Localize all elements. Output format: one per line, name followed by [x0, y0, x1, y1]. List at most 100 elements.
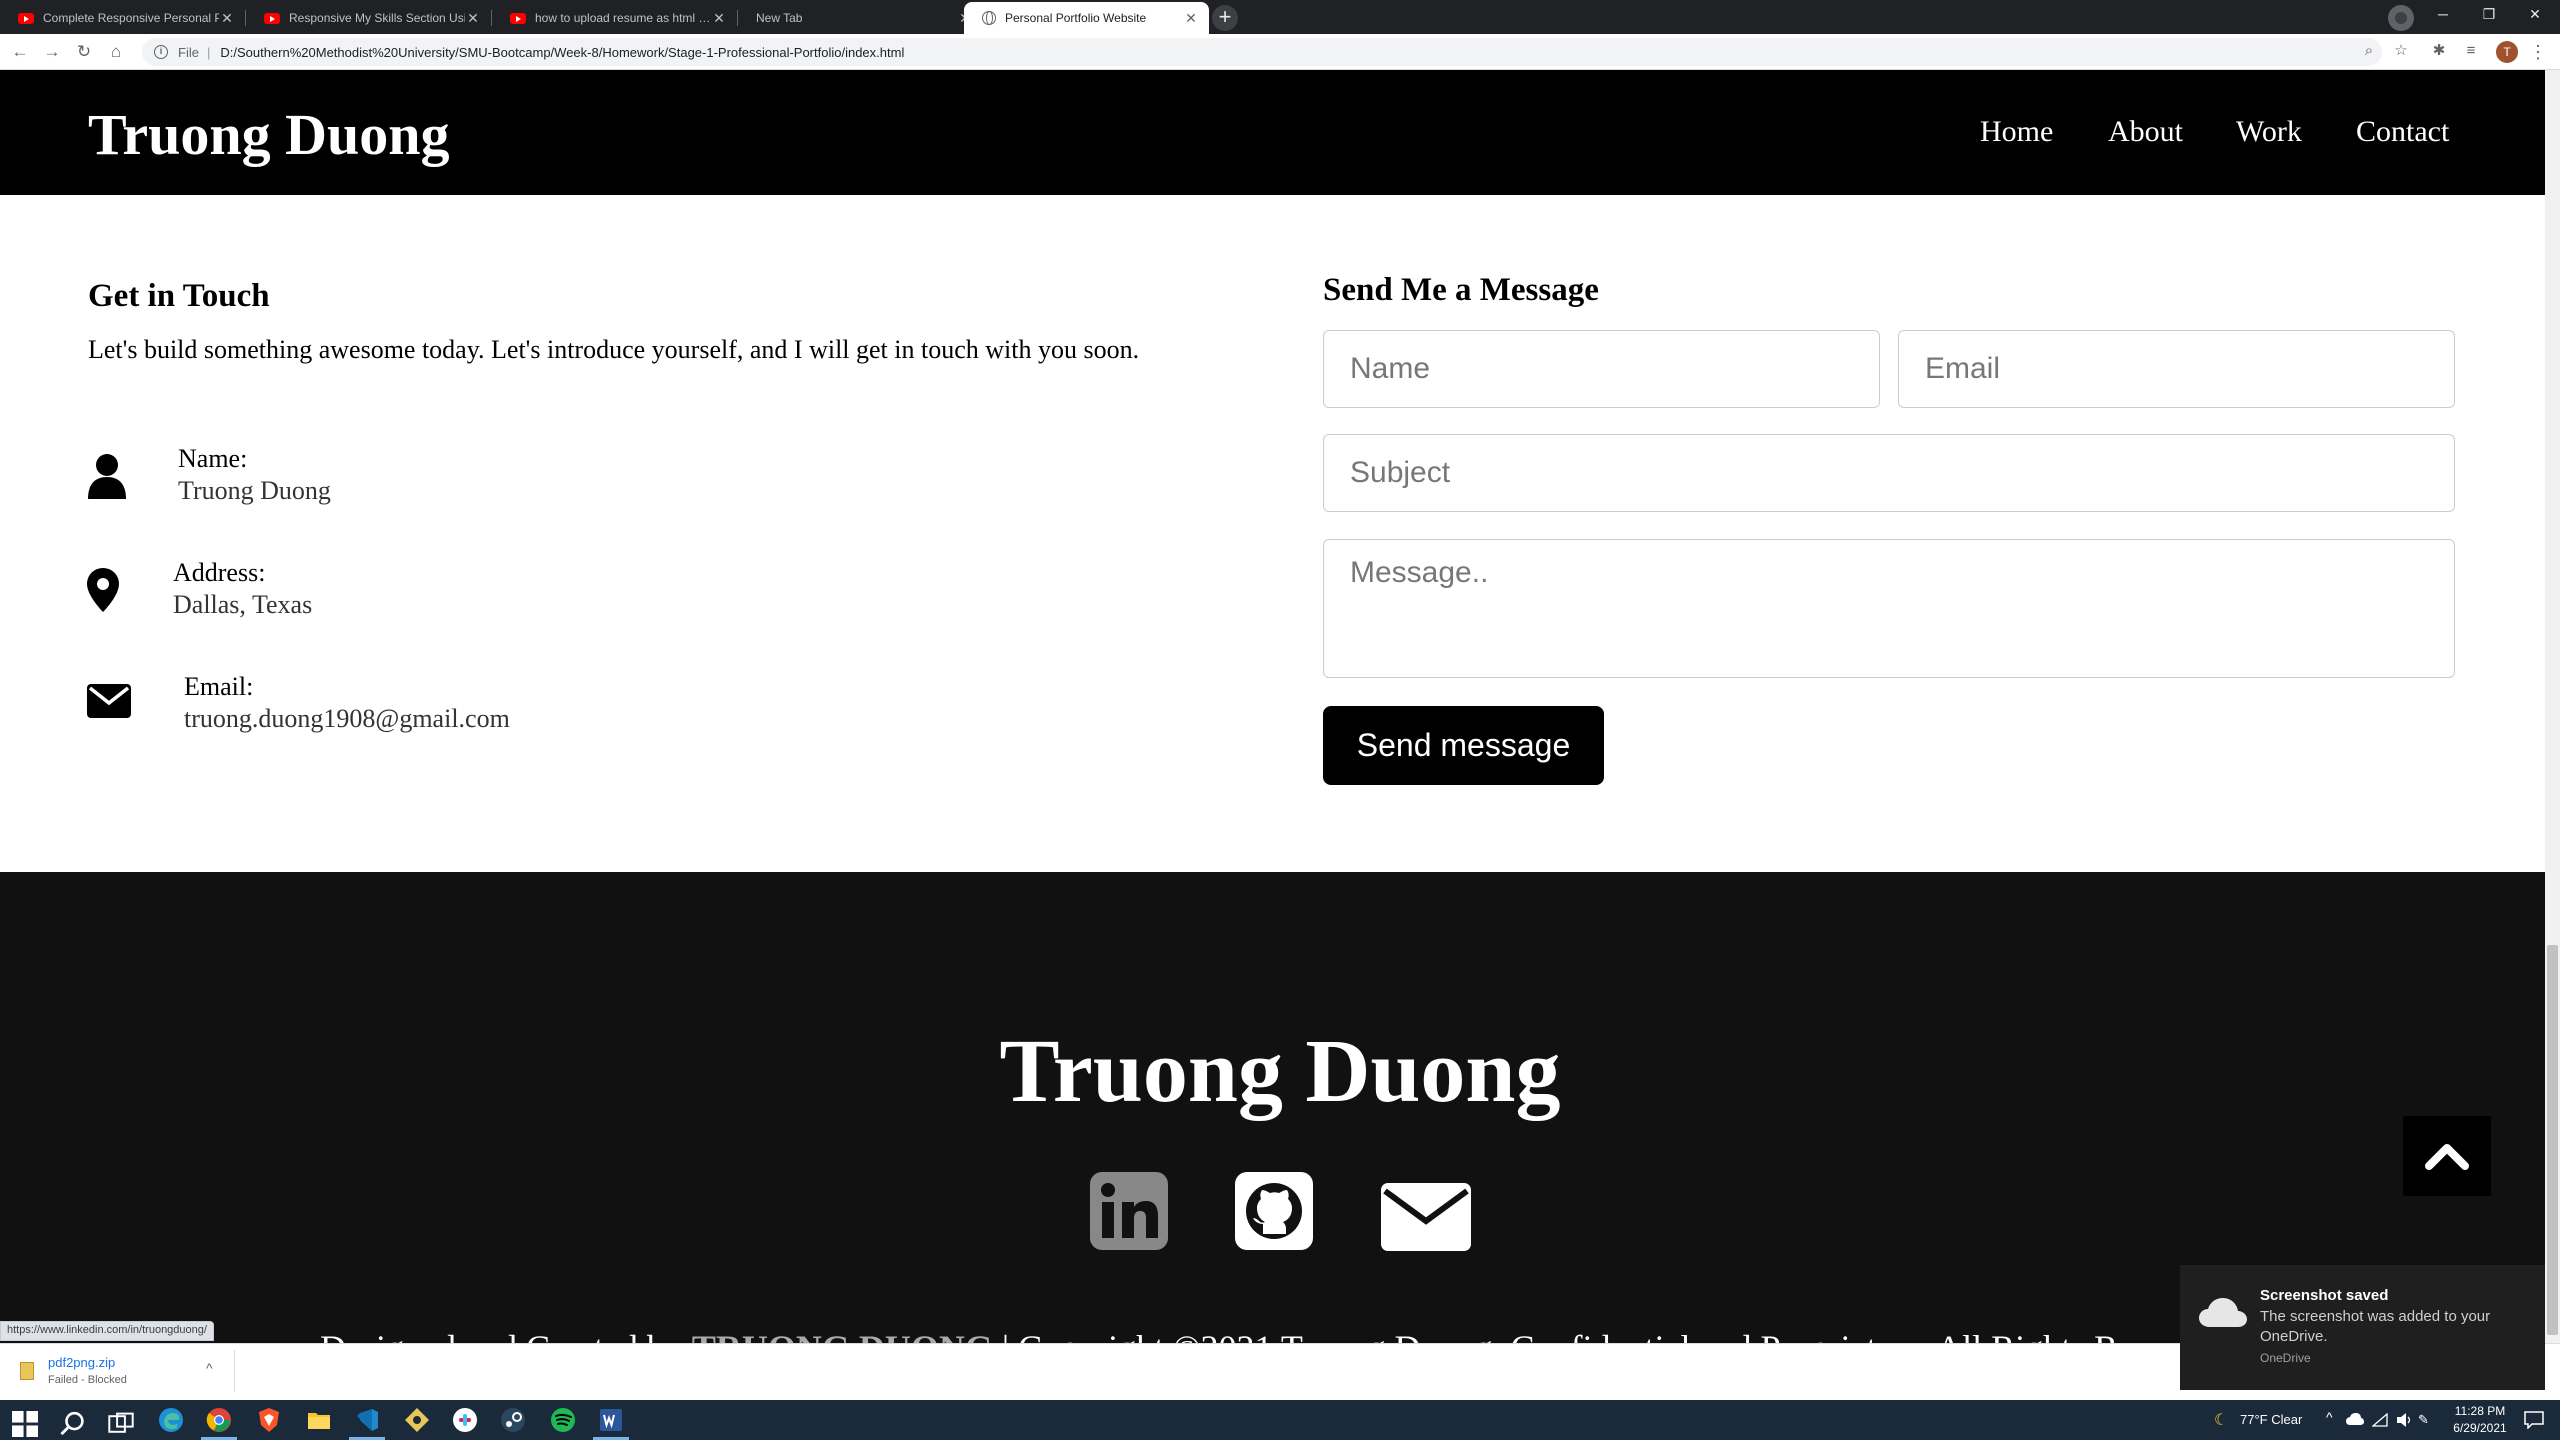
- edge-icon[interactable]: [158, 1407, 184, 1433]
- close-icon[interactable]: ✕: [1183, 10, 1199, 27]
- download-filename[interactable]: pdf2png.zip: [48, 1355, 115, 1370]
- browser-tab[interactable]: Responsive My Skills Section Usi… ✕: [246, 2, 491, 34]
- cloud-icon: [2199, 1298, 2247, 1327]
- word-icon[interactable]: [598, 1407, 624, 1433]
- new-tab-button[interactable]: +: [1212, 5, 1238, 31]
- email-value: truong.duong1908@gmail.com: [184, 704, 510, 733]
- chevron-up-icon[interactable]: ^: [206, 1360, 213, 1376]
- scroll-to-top-button[interactable]: [2403, 1116, 2491, 1196]
- zip-file-icon: [20, 1362, 34, 1380]
- brave-icon[interactable]: [256, 1407, 282, 1433]
- file-explorer-icon[interactable]: [306, 1407, 332, 1433]
- scheme-label: File: [178, 44, 199, 60]
- close-icon[interactable]: ✕: [465, 10, 481, 27]
- footer-logo: Truong Duong: [999, 1022, 1561, 1121]
- toast-body: The screenshot was added to your OneDriv…: [2260, 1308, 2491, 1345]
- name-value: Truong Duong: [178, 476, 331, 505]
- onedrive-cloud-icon[interactable]: [2346, 1412, 2364, 1426]
- minimize-button[interactable]: ─: [2420, 0, 2466, 30]
- tab-title: Responsive My Skills Section Usi…: [289, 11, 465, 25]
- windows-start-icon[interactable]: [12, 1411, 38, 1437]
- taskbar-clock[interactable]: 11:28 PM 6/29/2021: [2440, 1403, 2520, 1437]
- browser-profile-icon[interactable]: [2388, 5, 2414, 31]
- browser-menu-icon[interactable]: ⋮: [2528, 40, 2548, 64]
- network-icon[interactable]: [2372, 1413, 2388, 1427]
- onedrive-toast[interactable]: Screenshot saved The screenshot was adde…: [2180, 1265, 2545, 1390]
- spotify-icon[interactable]: [550, 1407, 576, 1433]
- vscode-icon[interactable]: [354, 1407, 380, 1433]
- search-icon[interactable]: [60, 1411, 86, 1437]
- name-field[interactable]: Name: [1323, 330, 1880, 408]
- close-icon[interactable]: ✕: [219, 10, 235, 27]
- address-label: Address:: [173, 558, 266, 587]
- restore-button[interactable]: ❐: [2466, 0, 2512, 30]
- form-heading: Send Me a Message: [1323, 272, 1599, 308]
- extensions-icon[interactable]: ✱: [2428, 40, 2450, 62]
- contact-intro: Let's build something awesome today. Let…: [88, 335, 1140, 364]
- credit-name[interactable]: TRUONG DUONG: [692, 1328, 993, 1343]
- bookmark-star-icon[interactable]: ☆: [2390, 40, 2412, 62]
- page-viewport: Truong Duong Home About Work Contact Get…: [0, 70, 2545, 1343]
- task-view-icon[interactable]: [108, 1411, 134, 1437]
- forward-button[interactable]: →: [40, 40, 64, 64]
- clock-date: 6/29/2021: [2453, 1421, 2507, 1435]
- envelope-icon[interactable]: [1381, 1178, 1471, 1256]
- download-bar: pdf2png.zip Failed - Blocked ^: [0, 1343, 2560, 1399]
- close-window-button[interactable]: ✕: [2512, 0, 2558, 30]
- envelope-icon: [87, 684, 131, 718]
- chrome-icon[interactable]: [206, 1407, 232, 1433]
- nav-work[interactable]: Work: [2236, 114, 2302, 150]
- nav-about[interactable]: About: [2108, 114, 2183, 150]
- message-field[interactable]: Message..: [1323, 539, 2455, 678]
- windows-taskbar: ☾ 77°F Clear ^ ✎ 11:28 PM 6/29/2021: [0, 1400, 2560, 1440]
- browser-tab-active[interactable]: Personal Portfolio Website ✕: [964, 2, 1209, 34]
- site-logo[interactable]: Truong Duong: [88, 100, 450, 170]
- reading-list-icon[interactable]: ≡: [2460, 40, 2482, 62]
- send-message-button[interactable]: Send message: [1323, 706, 1604, 785]
- linkedin-icon[interactable]: [1090, 1172, 1168, 1250]
- sourcetree-icon[interactable]: [404, 1407, 430, 1433]
- browser-tab[interactable]: Complete Responsive Personal P… ✕: [0, 2, 245, 34]
- address-url[interactable]: D:/Southern%20Methodist%20University/SMU…: [220, 45, 904, 60]
- notification-center-icon[interactable]: [2524, 1411, 2544, 1429]
- zoom-icon[interactable]: ⌕: [2358, 40, 2380, 62]
- footer-credit: Designed and Created by TRUONG DUONG | C…: [320, 1327, 2176, 1343]
- globe-icon: [982, 11, 996, 25]
- site-footer: Truong Duong Designed and Created by TRU…: [0, 872, 2545, 1343]
- link-status-bubble: https://www.linkedin.com/in/truongduong/: [0, 1321, 214, 1341]
- email-field[interactable]: Email: [1898, 330, 2455, 408]
- avatar[interactable]: T: [2496, 41, 2518, 63]
- email-label: Email:: [184, 672, 254, 701]
- back-button[interactable]: ←: [8, 40, 32, 64]
- browser-toolbar: ← → ↻ ⌂ i File | D:/Southern%20Methodist…: [0, 34, 2560, 70]
- toast-title: Screenshot saved: [2260, 1287, 2389, 1304]
- download-item[interactable]: pdf2png.zip Failed - Blocked ^: [10, 1350, 235, 1392]
- slack-icon[interactable]: [452, 1407, 478, 1433]
- volume-icon[interactable]: [2396, 1412, 2412, 1428]
- close-icon[interactable]: ✕: [711, 10, 727, 27]
- browser-tab[interactable]: New Tab ✕: [738, 2, 983, 34]
- chevron-up-icon[interactable]: ^: [2326, 1409, 2333, 1425]
- info-icon[interactable]: i: [154, 45, 168, 59]
- chevron-up-icon: [2425, 1144, 2469, 1170]
- nav-home[interactable]: Home: [1980, 114, 2053, 150]
- steam-icon[interactable]: [500, 1407, 526, 1433]
- user-icon: [88, 454, 126, 499]
- browser-tab[interactable]: how to upload resume as html … ✕: [492, 2, 737, 34]
- home-button[interactable]: ⌂: [104, 40, 128, 64]
- address-bar[interactable]: i File | D:/Southern%20Methodist%20Unive…: [142, 38, 2382, 66]
- credit-prefix: Designed and Created by: [320, 1328, 692, 1343]
- pen-icon[interactable]: ✎: [2418, 1412, 2429, 1428]
- nav-contact[interactable]: Contact: [2356, 114, 2449, 150]
- address-value: Dallas, Texas: [173, 590, 313, 619]
- scrollbar-thumb[interactable]: [2547, 945, 2558, 1335]
- weather-text[interactable]: 77°F Clear: [2240, 1412, 2302, 1427]
- weather-moon-icon: ☾: [2214, 1412, 2229, 1429]
- name-label: Name:: [178, 444, 248, 473]
- map-pin-icon: [87, 568, 119, 612]
- subject-field[interactable]: Subject: [1323, 434, 2455, 512]
- reload-button[interactable]: ↻: [72, 40, 96, 64]
- github-icon[interactable]: [1235, 1172, 1313, 1250]
- youtube-icon: [510, 12, 526, 24]
- clock-time: 11:28 PM: [2454, 1404, 2506, 1418]
